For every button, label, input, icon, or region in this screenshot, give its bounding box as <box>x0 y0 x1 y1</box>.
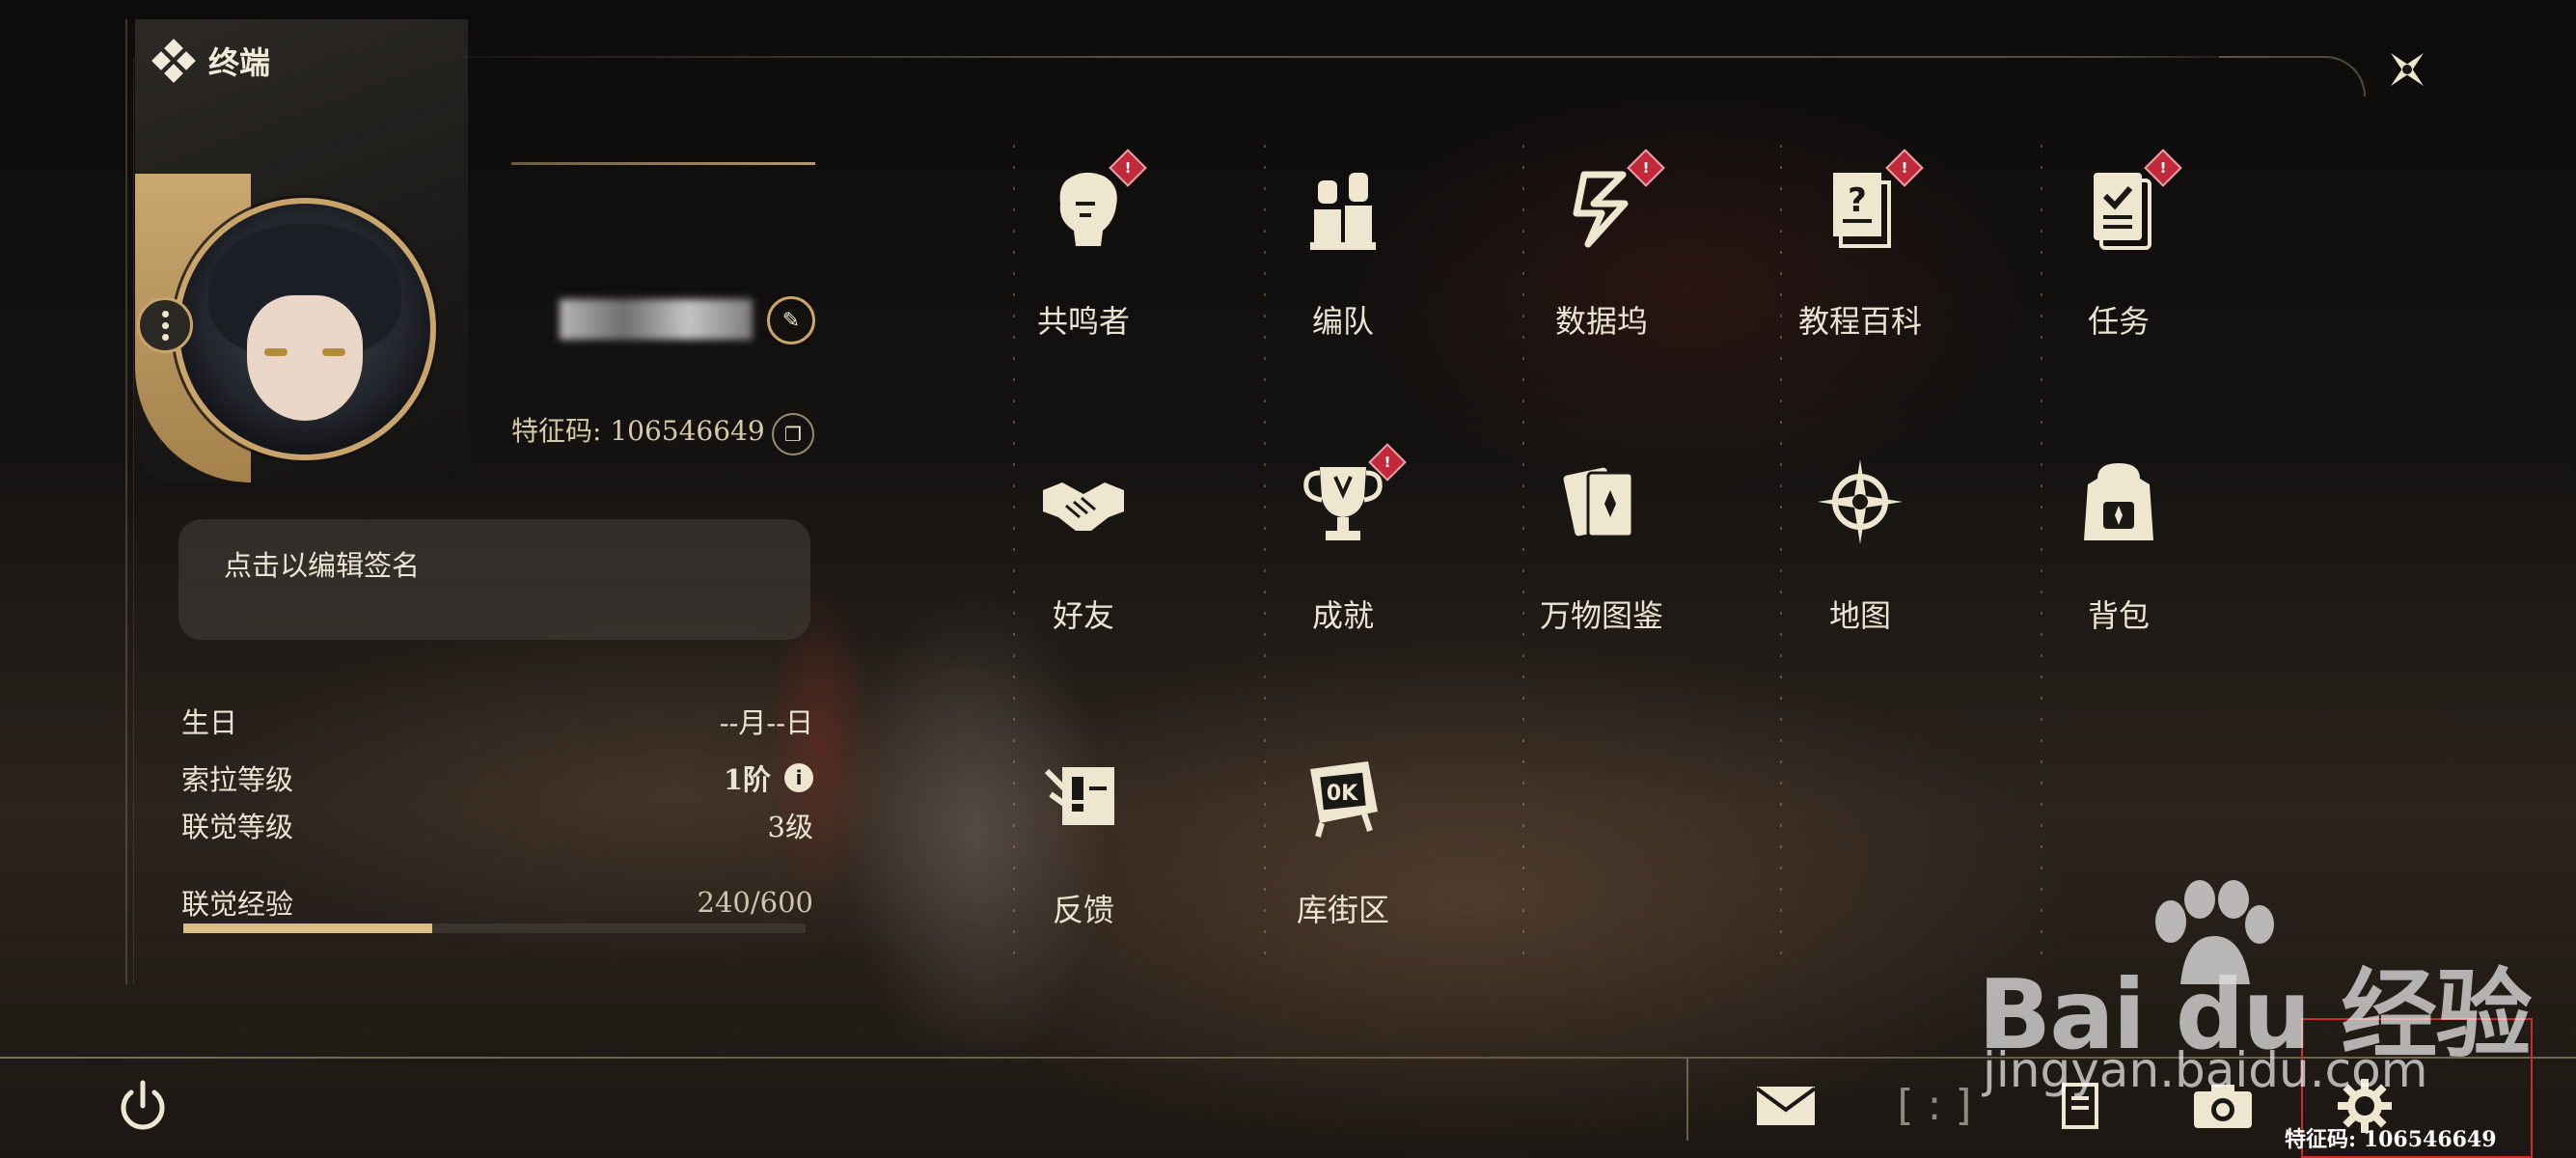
avatar-more-button[interactable] <box>137 297 193 353</box>
mail-icon <box>1755 1087 1817 1125</box>
compass-icon <box>1807 449 1913 555</box>
menu-item-feedback[interactable]: 反馈 <box>987 743 1180 955</box>
union-exp-label: 联觉经验 <box>181 888 294 921</box>
left-rail-line-2 <box>133 58 134 984</box>
avatar-eye <box>322 348 345 356</box>
handshake-icon <box>1030 449 1137 555</box>
sola-level-row: 索拉等级 1阶 i <box>181 758 813 797</box>
menu-item-label: 地图 <box>1828 597 1891 634</box>
menu-item-label: 编队 <box>1311 303 1374 340</box>
top-divider-curve <box>2219 56 2366 96</box>
edit-name-button[interactable]: ✎ <box>767 296 815 345</box>
sola-level-value: 1阶 <box>723 763 771 796</box>
menu-item-label: 反馈 <box>1052 892 1114 928</box>
close-x-icon <box>2391 53 2424 86</box>
notification-badge-mark: ! <box>1901 159 1908 177</box>
backpack-icon <box>2066 449 2172 555</box>
info-icon[interactable]: i <box>784 763 813 792</box>
top-divider <box>463 56 2277 58</box>
left-rail-line <box>125 19 127 984</box>
menu-item-label: 共鸣者 <box>1036 303 1130 340</box>
menu-item-label: 好友 <box>1052 597 1114 634</box>
terminal-title: 终端 <box>151 39 271 83</box>
svg-text:?: ? <box>1848 181 1867 220</box>
team-icon <box>1290 154 1396 261</box>
notification-badge-mark: ! <box>1384 454 1391 471</box>
menu-item-label: 任务 <box>2087 303 2150 340</box>
pencil-icon: ✎ <box>781 308 801 333</box>
bottom-uid-text: 特征码: 106546649 <box>2285 1127 2497 1152</box>
union-level-value: 3级 <box>767 811 813 843</box>
menu-item-resonator[interactable]: 共鸣者! <box>987 149 1180 367</box>
menu-item-databank[interactable]: 数据坞! <box>1505 149 1698 367</box>
player-name-blurred <box>560 299 753 340</box>
bottom-separator <box>1686 1059 1688 1141</box>
menu-item-label: 万物图鉴 <box>1539 597 1663 634</box>
power-icon <box>121 1080 165 1130</box>
notification-badge-mark: ! <box>1642 159 1650 177</box>
copy-icon: ❐ <box>784 423 802 446</box>
menu-item-trophy[interactable]: 成就! <box>1247 443 1439 661</box>
chat-bracket-button[interactable]: [ : ] <box>1891 1066 1978 1144</box>
terminal-title-text: 终端 <box>208 44 271 81</box>
terminal-diamond-icon <box>151 39 196 83</box>
menu-item-label: 数据坞 <box>1554 303 1648 340</box>
menu-item-label: 库街区 <box>1296 892 1389 928</box>
avatar-face <box>247 295 363 421</box>
close-button[interactable] <box>2378 41 2436 98</box>
svg-text:0K: 0K <box>1327 782 1358 806</box>
union-exp-value: 240/600 <box>697 886 813 919</box>
sola-level-label: 索拉等级 <box>181 763 294 796</box>
more-dots-icon <box>161 310 169 317</box>
menu-item-tutorial-book[interactable]: ? 教程百科! <box>1764 149 1957 367</box>
kuro-street-icon: 0K <box>1290 743 1396 849</box>
avatar[interactable] <box>174 198 436 460</box>
menu-item-backpack[interactable]: 背包 <box>2022 449 2215 661</box>
uid-text: 特征码: 106546649 <box>511 415 765 447</box>
cards-icon <box>1548 449 1655 555</box>
birthday-value: --月--日 <box>719 706 813 739</box>
menu-item-label: 背包 <box>2087 597 2150 634</box>
feedback-icon <box>1030 743 1137 849</box>
menu-item-handshake[interactable]: 好友 <box>987 449 1180 661</box>
avatar-eye <box>264 348 288 356</box>
menu-item-label: 成就 <box>1311 597 1374 634</box>
union-exp-bar <box>183 924 806 933</box>
copy-uid-button[interactable]: ❐ <box>772 413 814 455</box>
baidu-watermark: Bai du 经验 jingyan.baidu.com <box>1978 878 2557 1100</box>
birthday-label: 生日 <box>181 706 238 739</box>
union-exp-bar-fill <box>183 924 432 933</box>
union-level-label: 联觉等级 <box>181 811 294 843</box>
mail-button[interactable] <box>1751 1071 1821 1141</box>
menu-item-team[interactable]: 编队 <box>1247 154 1439 367</box>
notification-badge-mark: ! <box>2159 159 2167 177</box>
name-divider <box>511 162 815 165</box>
birthday-row: 生日 --月--日 <box>181 702 813 740</box>
menu-item-kuro-street[interactable]: 0K 库街区 <box>1247 743 1439 955</box>
exit-button[interactable] <box>108 1071 178 1141</box>
menu-item-label: 教程百科 <box>1797 303 1922 340</box>
union-level-row: 联觉等级 3级 <box>181 806 813 844</box>
watermark-url: jingyan.baidu.com <box>1983 1042 2428 1098</box>
menu-item-compass[interactable]: 地图 <box>1764 449 1957 661</box>
notification-badge-mark: ! <box>1124 159 1132 177</box>
menu-item-quest[interactable]: 任务! <box>2022 149 2215 367</box>
union-exp-row: 联觉经验 240/600 <box>181 883 813 922</box>
signature-text: 点击以编辑签名 <box>224 549 421 582</box>
menu-item-cards[interactable]: 万物图鉴 <box>1505 449 1698 661</box>
